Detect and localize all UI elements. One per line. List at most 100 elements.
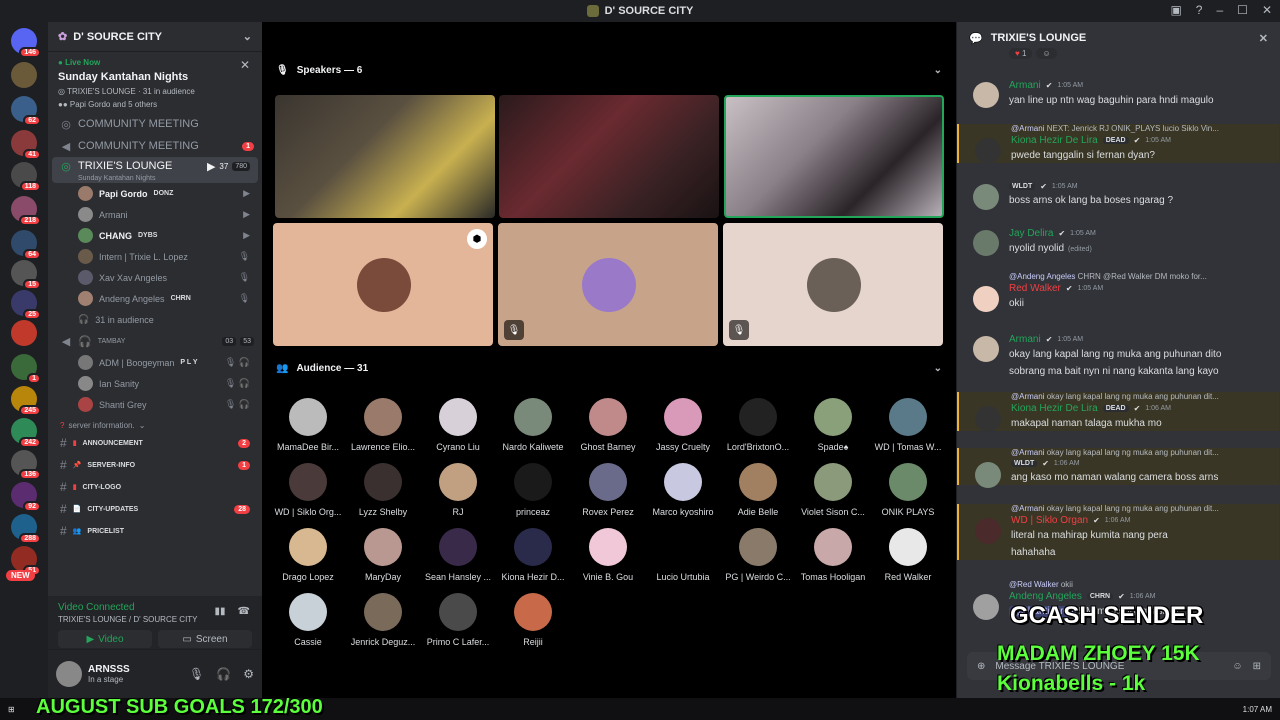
- inbox-icon[interactable]: ▣: [1170, 3, 1181, 17]
- text-channel[interactable]: # ▮ CITY-LOGO: [48, 476, 262, 498]
- server-icon[interactable]: 245: [11, 386, 41, 416]
- gear-icon[interactable]: ⚙: [243, 667, 254, 681]
- avatar[interactable]: [973, 82, 999, 108]
- audience-member[interactable]: Jenrick Deguz...: [346, 593, 420, 647]
- avatar[interactable]: [975, 138, 1001, 164]
- stage-user[interactable]: Andeng Angeles CHRN 🎙: [48, 288, 262, 309]
- tambay-user[interactable]: Ian Sanity 🎙 🎧: [48, 373, 262, 394]
- audience-member[interactable]: Marco kyoshiro: [646, 463, 720, 517]
- stage-user[interactable]: CHANG DYBS ▶: [48, 225, 262, 246]
- server-icon[interactable]: 118: [11, 162, 41, 192]
- maximize-button[interactable]: ☐: [1237, 3, 1248, 17]
- guild-header[interactable]: ✿ D' SOURCE CITY ⌄: [48, 22, 262, 52]
- server-icon[interactable]: 15: [11, 260, 41, 290]
- audience-member[interactable]: ONIK PLAYS: [871, 463, 945, 517]
- server-icon[interactable]: [11, 320, 37, 346]
- channel-trixies-lounge[interactable]: ◎ TRIXIE'S LOUNGE Sunday Kantahan Nights …: [52, 157, 258, 183]
- audience-member[interactable]: Lucio Urtubia: [646, 528, 720, 582]
- server-icon[interactable]: 25: [11, 290, 41, 320]
- audience-member[interactable]: Violet Sison C...: [796, 463, 870, 517]
- audience-member[interactable]: Jassy Cruelty: [646, 398, 720, 452]
- audience-member[interactable]: Vinie B. Gou: [571, 528, 645, 582]
- message-author[interactable]: Red Walker: [1009, 283, 1061, 294]
- speaker-avatar-tile[interactable]: 🎙: [498, 223, 718, 346]
- gamepad-icon[interactable]: ⊞: [1253, 661, 1261, 672]
- avatar[interactable]: [973, 286, 999, 312]
- server-icon[interactable]: 62: [11, 96, 41, 126]
- avatar[interactable]: [973, 594, 999, 620]
- plus-icon[interactable]: ⊕: [977, 661, 985, 672]
- reply-preview[interactable]: @Armani okay lang kapal lang ng muka ang…: [1011, 392, 1271, 401]
- close-window-button[interactable]: ✕: [1262, 3, 1272, 17]
- screen-share-button[interactable]: ▭ Screen: [158, 630, 252, 648]
- audience-member[interactable]: Cyrano Liu: [421, 398, 495, 452]
- audience-member[interactable]: RJ: [421, 463, 495, 517]
- channel-community-meeting-1[interactable]: ◎ COMMUNITY MEETING: [48, 113, 262, 135]
- avatar[interactable]: [56, 661, 82, 687]
- tambay-user[interactable]: ADM | Boogeyman P L Y 🎙 🎧: [48, 352, 262, 373]
- audience-member[interactable]: Primo C Lafer...: [421, 593, 495, 647]
- avatar[interactable]: [975, 518, 1001, 544]
- close-icon[interactable]: ✕: [240, 58, 250, 72]
- audience-member[interactable]: Reijii: [496, 593, 570, 647]
- avatar[interactable]: [973, 230, 999, 256]
- audience-member[interactable]: WD | Siklo Org...: [271, 463, 345, 517]
- message-author[interactable]: WD | Siklo Organ: [1011, 515, 1088, 526]
- microphone-icon[interactable]: 🎙: [189, 667, 204, 681]
- audience-member[interactable]: Spade♠: [796, 398, 870, 452]
- message-author[interactable]: Armani: [1009, 80, 1041, 91]
- message-author[interactable]: Armani: [1009, 334, 1041, 345]
- video-button[interactable]: ▶ Video: [58, 630, 152, 648]
- channel-tambay[interactable]: ◀ 🎧 TAMBAY 03 53: [48, 330, 262, 352]
- avatar[interactable]: [975, 462, 1001, 488]
- speaker-video-tile[interactable]: [724, 95, 944, 218]
- signal-icon[interactable]: ▮▮: [215, 606, 226, 617]
- minimize-button[interactable]: –: [1216, 3, 1223, 17]
- emoji-icon[interactable]: ☺: [1232, 661, 1242, 672]
- audience-header[interactable]: 👥 Audience — 31 ⌄: [262, 356, 956, 380]
- server-icon[interactable]: 64: [11, 230, 41, 260]
- speakers-header[interactable]: 🎙 Speakers — 6 ⌄: [262, 58, 956, 82]
- stage-user[interactable]: Xav Xav Angeles 🎙: [48, 267, 262, 288]
- speaker-video-tile[interactable]: [275, 95, 495, 218]
- audience-member[interactable]: Rovex Perez: [571, 463, 645, 517]
- live-event-card[interactable]: ● Live Now Sunday Kantahan Nights ◎ TRIX…: [48, 52, 262, 113]
- stage-user[interactable]: Armani ▶: [48, 204, 262, 225]
- reply-preview[interactable]: @Andeng Angeles CHRN @Red Walker DM moko…: [1009, 272, 1271, 281]
- message-author[interactable]: Jay Delira: [1009, 228, 1053, 239]
- headphones-icon[interactable]: 🎧: [216, 667, 231, 681]
- help-icon[interactable]: ?: [1196, 3, 1203, 17]
- text-channel[interactable]: # 📄 CITY-UPDATES 28: [48, 498, 262, 520]
- audience-member[interactable]: Kiona Hezir D...: [496, 528, 570, 582]
- audience-count-row[interactable]: 🎧 31 in audience: [48, 309, 262, 330]
- audience-member[interactable]: MaryDay: [346, 528, 420, 582]
- audience-member[interactable]: WD | Tomas W...: [871, 398, 945, 452]
- server-icon[interactable]: [11, 62, 37, 88]
- disconnect-icon[interactable]: ☎: [238, 606, 250, 617]
- reaction-heart[interactable]: ♥ 1: [1009, 48, 1033, 59]
- speaker-video-tile[interactable]: [499, 95, 719, 218]
- channel-community-meeting-2[interactable]: ◀ COMMUNITY MEETING 1: [48, 135, 262, 157]
- reply-preview[interactable]: @Red Walker okii: [1009, 580, 1271, 589]
- message-author[interactable]: Kiona Hezir De Lira: [1011, 403, 1098, 414]
- windows-start-icon[interactable]: ⊞: [8, 705, 15, 714]
- server-icon[interactable]: 146: [11, 28, 41, 58]
- text-channel[interactable]: # ▮ ANNOUNCEMENT 2: [48, 432, 262, 454]
- server-icon[interactable]: 218: [11, 196, 41, 226]
- audience-member[interactable]: Cassie: [271, 593, 345, 647]
- reply-preview[interactable]: @Armani NEXT: Jenrick RJ ONIK_PLAYS luci…: [1011, 124, 1271, 133]
- audience-member[interactable]: PG | Weirdo C...: [721, 528, 795, 582]
- avatar[interactable]: [973, 184, 999, 210]
- audience-member[interactable]: Adie Belle: [721, 463, 795, 517]
- audience-member[interactable]: Red Walker: [871, 528, 945, 582]
- audience-member[interactable]: MamaDee Bir...: [271, 398, 345, 452]
- stage-user[interactable]: Papi Gordo DONZ ▶: [48, 183, 262, 204]
- reply-preview[interactable]: @Armani okay lang kapal lang ng muka ang…: [1011, 504, 1271, 513]
- avatar[interactable]: [973, 336, 999, 362]
- audience-member[interactable]: princeaz: [496, 463, 570, 517]
- audience-member[interactable]: Ghost Barney: [571, 398, 645, 452]
- category-server-information[interactable]: ? server information. ⌄: [48, 415, 262, 432]
- audience-member[interactable]: Sean Hansley ...: [421, 528, 495, 582]
- avatar[interactable]: [975, 406, 1001, 432]
- message-author[interactable]: Andeng Angeles: [1009, 591, 1082, 602]
